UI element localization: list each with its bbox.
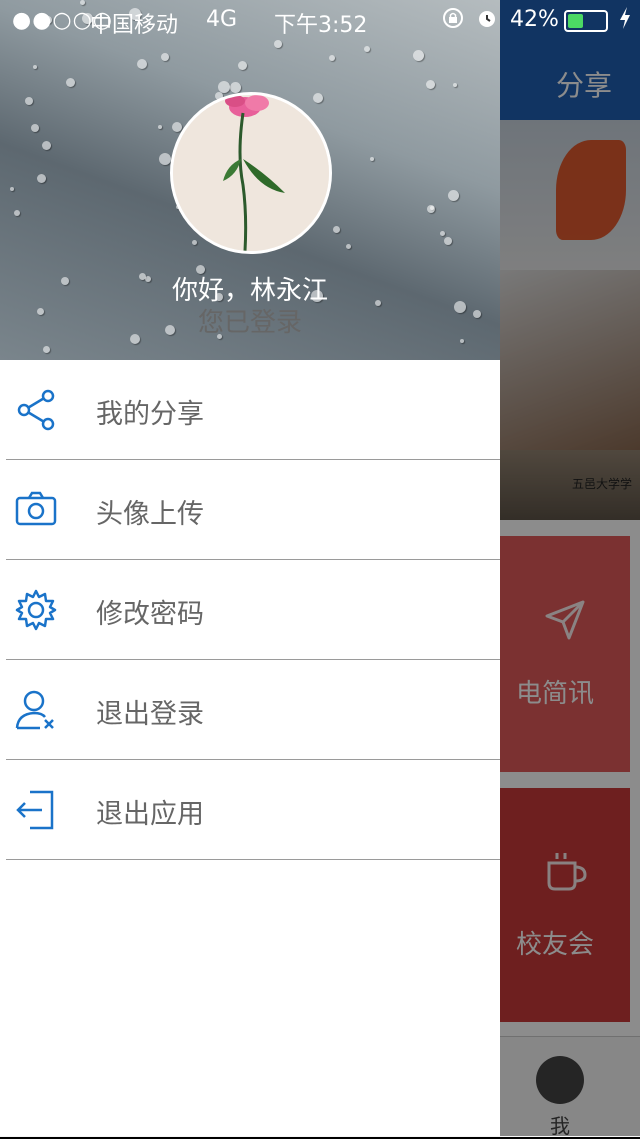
- raindrop: [413, 50, 424, 61]
- raindrop: [25, 97, 33, 105]
- alarm-icon: [476, 7, 498, 35]
- camera-icon: [14, 488, 58, 532]
- drawer-header: 你好，林永江 您已登录: [0, 0, 500, 360]
- raindrop: [159, 153, 171, 165]
- raindrop: [440, 231, 445, 236]
- network-type: 4G: [206, 7, 238, 32]
- menu-item-my-share[interactable]: 我的分享: [6, 360, 500, 460]
- flower-avatar-image: [173, 95, 329, 251]
- raindrop: [137, 59, 147, 69]
- menu-label: 退出应用: [96, 799, 204, 830]
- battery-icon: [564, 10, 608, 32]
- menu-label: 头像上传: [96, 499, 204, 530]
- raindrop: [453, 83, 457, 87]
- share-icon: [14, 388, 58, 432]
- menu-label: 退出登录: [96, 699, 204, 730]
- menu-item-logout[interactable]: 退出登录: [6, 660, 500, 760]
- raindrop: [66, 78, 75, 87]
- raindrop: [460, 339, 464, 343]
- raindrop: [426, 80, 435, 89]
- raindrop: [33, 65, 37, 69]
- menu-label: 修改密码: [96, 599, 204, 630]
- raindrop: [31, 124, 39, 132]
- battery-level: [568, 14, 583, 28]
- raindrop: [161, 53, 169, 61]
- raindrop: [448, 190, 459, 201]
- rotation-lock-icon: [442, 7, 464, 35]
- charging-icon: [618, 6, 632, 36]
- raindrop: [364, 46, 370, 52]
- raindrop: [238, 61, 247, 70]
- menu-item-change-password[interactable]: 修改密码: [6, 560, 500, 660]
- raindrop: [329, 55, 335, 61]
- raindrop: [444, 237, 452, 245]
- menu-item-avatar-upload[interactable]: 头像上传: [6, 460, 500, 560]
- raindrop: [370, 157, 374, 161]
- raindrop: [10, 187, 14, 191]
- side-drawer: 你好，林永江 您已登录 我的分享 头像上传 修改密码 退出登录 退出应用: [0, 0, 500, 1136]
- drawer-menu: 我的分享 头像上传 修改密码 退出登录 退出应用: [0, 360, 500, 860]
- raindrop: [274, 40, 282, 48]
- raindrop: [158, 125, 162, 129]
- clock: 下午3:52: [274, 13, 368, 38]
- menu-label: 我的分享: [96, 399, 204, 430]
- gear-icon: [14, 588, 58, 632]
- raindrop: [313, 93, 323, 103]
- avatar[interactable]: [170, 92, 332, 254]
- raindrop: [14, 210, 20, 216]
- battery-percent: 42%: [510, 7, 559, 32]
- status-bar: ●●○○○ 中国移动 4G 下午3:52 42%: [0, 0, 640, 40]
- raindrop: [230, 82, 241, 93]
- raindrop: [37, 174, 46, 183]
- raindrop: [43, 346, 50, 353]
- raindrop: [427, 205, 435, 213]
- raindrop: [42, 141, 51, 150]
- raindrop: [333, 226, 340, 233]
- raindrop: [346, 244, 351, 249]
- exit-app-icon: [14, 788, 58, 832]
- login-status: 您已登录: [197, 308, 302, 338]
- carrier-name: 中国移动: [90, 13, 179, 38]
- menu-item-exit-app[interactable]: 退出应用: [6, 760, 500, 860]
- raindrop: [192, 240, 197, 245]
- user-logout-icon: [14, 688, 58, 732]
